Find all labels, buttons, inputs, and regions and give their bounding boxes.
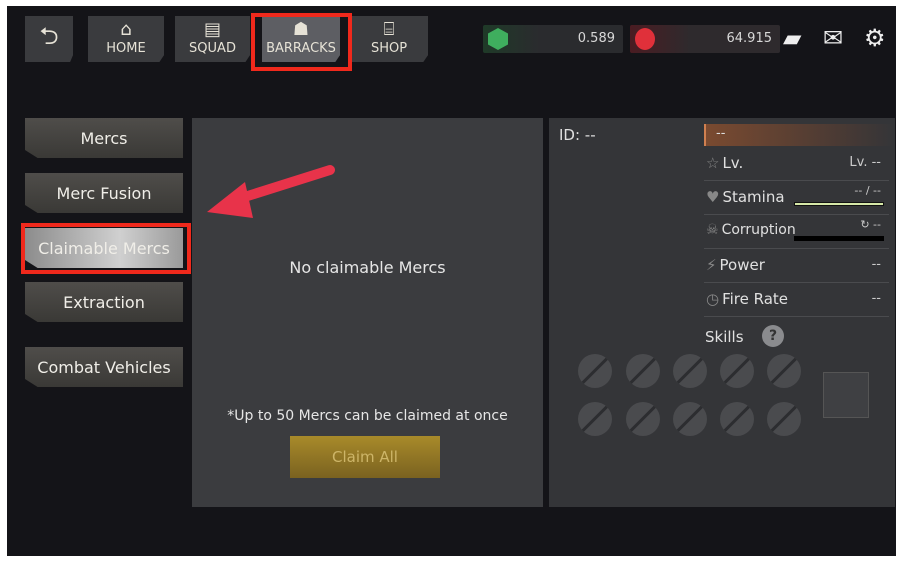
merc-name: -- <box>704 124 895 146</box>
currency-green-gem[interactable]: 0.589 <box>483 25 623 53</box>
corruption-bar <box>794 236 884 241</box>
skills-help-button[interactable]: ? <box>762 325 784 347</box>
skill-slot[interactable] <box>673 354 707 388</box>
sidebar-item-merc-fusion[interactable]: Merc Fusion <box>25 173 183 213</box>
sidebar-item-mercs[interactable]: Mercs <box>25 118 183 158</box>
tab-squad[interactable]: ▤ SQUAD <box>175 16 250 62</box>
skill-slot[interactable] <box>673 402 707 436</box>
skill-slot[interactable] <box>720 402 754 436</box>
merc-detail-panel: ID: -- -- ☆ Lv. Lv. -- ♥ Stamina -- / -- ☠ Co… <box>549 118 895 507</box>
stamina-bar <box>794 202 884 206</box>
mail-icon[interactable]: ✉ <box>823 24 843 52</box>
currency-ruby[interactable]: 64.915 <box>630 25 780 53</box>
stat-fire-rate: ◷ Fire Rate -- <box>704 284 889 317</box>
claim-all-button[interactable]: Claim All <box>290 436 440 478</box>
stat-power: ⚡ Power -- <box>704 250 889 283</box>
red-arrow-annotation <box>207 165 335 218</box>
gear-icon[interactable]: ⚙ <box>864 24 886 52</box>
special-skill-slot[interactable] <box>823 372 869 418</box>
green-gem-icon <box>488 28 508 50</box>
skill-slot[interactable] <box>767 402 801 436</box>
skill-slot[interactable] <box>578 402 612 436</box>
house-icon: ⌂ <box>120 19 132 40</box>
power-icon: ⚡ <box>706 256 717 274</box>
wallet-icon[interactable]: ▰ <box>783 24 801 52</box>
heart-icon: ♥ <box>706 188 720 206</box>
star-icon: ☆ <box>706 154 720 172</box>
highlight-box-barracks <box>251 13 352 71</box>
skills-label: Skills <box>705 328 744 346</box>
sidebar-item-combat-vehicles[interactable]: Combat Vehicles <box>25 347 183 387</box>
garage-icon: ▤ <box>203 19 221 40</box>
stat-stamina: ♥ Stamina -- / -- <box>704 182 889 215</box>
store-icon: ⌸ <box>383 19 395 40</box>
clock-icon: ◷ <box>706 290 720 308</box>
red-ruby-icon <box>635 28 655 50</box>
merc-id: ID: -- <box>559 126 596 144</box>
back-button[interactable]: ⮌ <box>25 16 73 62</box>
sidebar-item-extraction[interactable]: Extraction <box>25 282 183 322</box>
undo-arrow-icon: ⮌ <box>39 22 59 50</box>
claim-limit-note: *Up to 50 Mercs can be claimed at once <box>227 408 508 424</box>
empty-message: No claimable Mercs <box>289 258 446 277</box>
tab-home[interactable]: ⌂ HOME <box>88 16 164 62</box>
skill-slot[interactable] <box>767 354 801 388</box>
skill-slot[interactable] <box>626 402 660 436</box>
skull-icon: ☠ <box>706 222 719 238</box>
skill-slot[interactable] <box>626 354 660 388</box>
stat-level: ☆ Lv. Lv. -- <box>704 148 889 181</box>
tab-shop[interactable]: ⌸ SHOP <box>350 16 428 62</box>
skill-slot[interactable] <box>578 354 612 388</box>
skill-slot[interactable] <box>720 354 754 388</box>
highlight-box-claimable <box>21 223 191 274</box>
stat-corruption: ☠ Corruption ↻ -- <box>704 216 889 249</box>
